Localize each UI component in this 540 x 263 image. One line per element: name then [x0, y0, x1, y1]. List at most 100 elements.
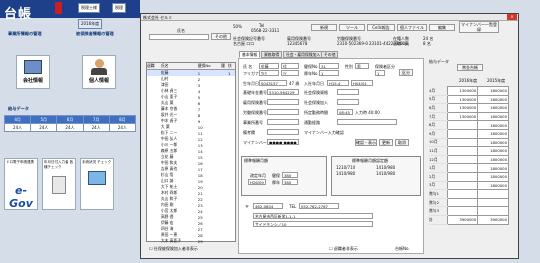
- shift-field[interactable]: [337, 119, 397, 125]
- egov-button[interactable]: ドロ電子申請連携 e-Gov: [4, 158, 38, 210]
- pay-value-2016[interactable]: 3900000: [446, 214, 479, 225]
- work-field[interactable]: 08:45: [337, 109, 353, 115]
- pay-value-2015[interactable]: 1800000: [477, 86, 509, 96]
- year-badge[interactable]: 2016年度: [78, 19, 103, 29]
- std-date-field[interactable]: H26/09: [248, 179, 266, 185]
- office-no: 50%: [233, 24, 242, 29]
- pay-value-2016[interactable]: [446, 171, 479, 182]
- pay-value-2015[interactable]: 1800000: [477, 120, 509, 130]
- address-field[interactable]: 名古屋市西区新栄1-1-1: [253, 213, 373, 219]
- last-name-field[interactable]: 佐藤: [259, 63, 279, 69]
- pay-value-2015[interactable]: 1800000: [477, 111, 509, 122]
- tab-other[interactable]: その他: [321, 51, 339, 58]
- import-button[interactable]: 個人ファイル: [397, 24, 427, 31]
- pay-value-2015[interactable]: 1800000: [477, 163, 509, 173]
- pay-month: 1月: [429, 163, 447, 173]
- company-info-button[interactable]: 会社情報: [16, 55, 50, 89]
- first-name-field[interactable]: 佳: [281, 63, 299, 69]
- hide-retired-checkbox[interactable]: ☐ 退職者非表示: [329, 246, 358, 252]
- kana-first-field[interactable]: ｹｲ: [281, 70, 299, 76]
- tab-basic[interactable]: 基本情報: [239, 51, 261, 58]
- pay-value-2016[interactable]: [446, 206, 479, 216]
- ins-value-6: 8 名: [423, 41, 431, 46]
- zip-field[interactable]: 462-0804: [253, 203, 283, 209]
- base-field[interactable]: 5310-564229: [267, 89, 299, 95]
- tools-button[interactable]: ツール: [339, 24, 365, 31]
- pay-value-2015[interactable]: [477, 189, 509, 199]
- pay-value-2016[interactable]: 1300000: [446, 111, 479, 122]
- pay-value-2016[interactable]: [446, 154, 479, 165]
- tech-field[interactable]: [267, 119, 299, 125]
- person-info-button[interactable]: 個人情報: [82, 55, 116, 89]
- pay-value-2016[interactable]: [446, 197, 479, 208]
- employ-field[interactable]: [267, 99, 299, 105]
- close-icon[interactable]: ✕: [507, 14, 517, 20]
- hide-insured-checkbox[interactable]: ☐ 社保被保険加入者非表示: [149, 246, 198, 252]
- social2-field[interactable]: [337, 99, 359, 105]
- edit-button[interactable]: 編集: [429, 24, 455, 31]
- mynumber-button[interactable]: マイナンバー一覧登録: [459, 21, 499, 33]
- kana-last-field[interactable]: ｻﾄｳ: [259, 70, 279, 76]
- tab-qualify[interactable]: 資格取得: [261, 51, 283, 58]
- pay-value-2015[interactable]: 1800000: [477, 180, 509, 191]
- labor-field[interactable]: [267, 109, 299, 115]
- pay-value-2016[interactable]: 1300000: [446, 103, 479, 113]
- hide-insured-label: 社保被保険加入者非表示: [153, 246, 198, 251]
- pay-value-2016[interactable]: [446, 163, 479, 173]
- memo-field[interactable]: [267, 129, 299, 135]
- search-input[interactable]: [149, 34, 209, 40]
- search-other-button[interactable]: その他: [211, 33, 231, 40]
- std-health-field[interactable]: 380: [282, 172, 298, 178]
- pay-value-2016[interactable]: [446, 120, 479, 130]
- pay-value-2015[interactable]: 1800000: [477, 146, 509, 156]
- mynum-cancel-button[interactable]: 取消: [395, 139, 409, 146]
- pension-no-field[interactable]: 1: [319, 70, 339, 76]
- entry-field[interactable]: H15.4: [327, 80, 349, 86]
- top-button-1[interactable]: 税理士様: [78, 3, 100, 13]
- pay-value-2015[interactable]: 1800000: [477, 171, 509, 182]
- mynum-update-button[interactable]: 更新: [379, 139, 393, 146]
- health-no-field[interactable]: 31: [319, 63, 339, 69]
- pay-value-2016[interactable]: 1300000: [446, 86, 479, 96]
- work-field-2: 入力時 40:00: [355, 110, 380, 115]
- month-count: 24人: [56, 123, 84, 132]
- address2-field[interactable]: サイドモンシノ10: [253, 221, 373, 227]
- insurer-field[interactable]: 1: [375, 70, 385, 76]
- social-field[interactable]: [337, 89, 359, 95]
- insurer-code-button[interactable]: 区分: [399, 69, 413, 76]
- month-cell: 6月: [56, 115, 84, 124]
- pay-value-2016[interactable]: [446, 137, 479, 148]
- check-title: 年月日付入力者 各種チェック: [44, 160, 74, 169]
- pay-value-2016[interactable]: [446, 146, 479, 156]
- pay-value-2015[interactable]: 1800000: [477, 154, 509, 165]
- entry-field-2[interactable]: H04/01: [351, 80, 373, 86]
- pay-value-2015[interactable]: [477, 197, 509, 208]
- tel-value: 0568-22-3311: [251, 28, 280, 33]
- pay-row: 賞与2: [429, 197, 509, 208]
- top-button-2[interactable]: 税理: [112, 3, 126, 13]
- table-row[interactable]: 大木 真亜子 29: [147, 238, 235, 244]
- cells-button[interactable]: Cells報告: [367, 24, 395, 31]
- pay-value-2015[interactable]: 1800000: [477, 128, 509, 139]
- tab-insurance[interactable]: 社会・雇用保険加入: [283, 51, 324, 58]
- work-label: 所定勤務時間: [304, 110, 328, 115]
- gender-field[interactable]: 男: [355, 63, 369, 69]
- phone-field[interactable]: 052-762-2767: [299, 203, 339, 209]
- check-button[interactable]: 年月日付入力者 各種チェック: [42, 158, 76, 210]
- pay-value-2015[interactable]: 1800000: [477, 94, 509, 105]
- pay-value-2016[interactable]: 1300000: [446, 94, 479, 105]
- ledger-button[interactable]: 賞金台帳: [457, 64, 483, 71]
- new-button[interactable]: 新規: [311, 24, 337, 31]
- pay-value-2015[interactable]: 1800000: [477, 103, 509, 113]
- pay-value-2015[interactable]: 3900000: [477, 214, 509, 225]
- mynum-field[interactable]: ●●●● ●●●●: [267, 139, 299, 145]
- std-pension-field[interactable]: 380: [282, 179, 298, 185]
- pay-value-2016[interactable]: [446, 128, 479, 139]
- pay-value-2015[interactable]: [477, 206, 509, 216]
- status-check-button[interactable]: 手続状況 チェック: [80, 158, 114, 210]
- pay-value-2016[interactable]: [446, 180, 479, 191]
- mynum-confirm-button[interactable]: 確認・表示: [355, 139, 377, 146]
- pay-value-2015[interactable]: 1800000: [477, 137, 509, 148]
- birth-field[interactable]: S043157: [259, 80, 287, 86]
- pay-value-2016[interactable]: [446, 189, 479, 199]
